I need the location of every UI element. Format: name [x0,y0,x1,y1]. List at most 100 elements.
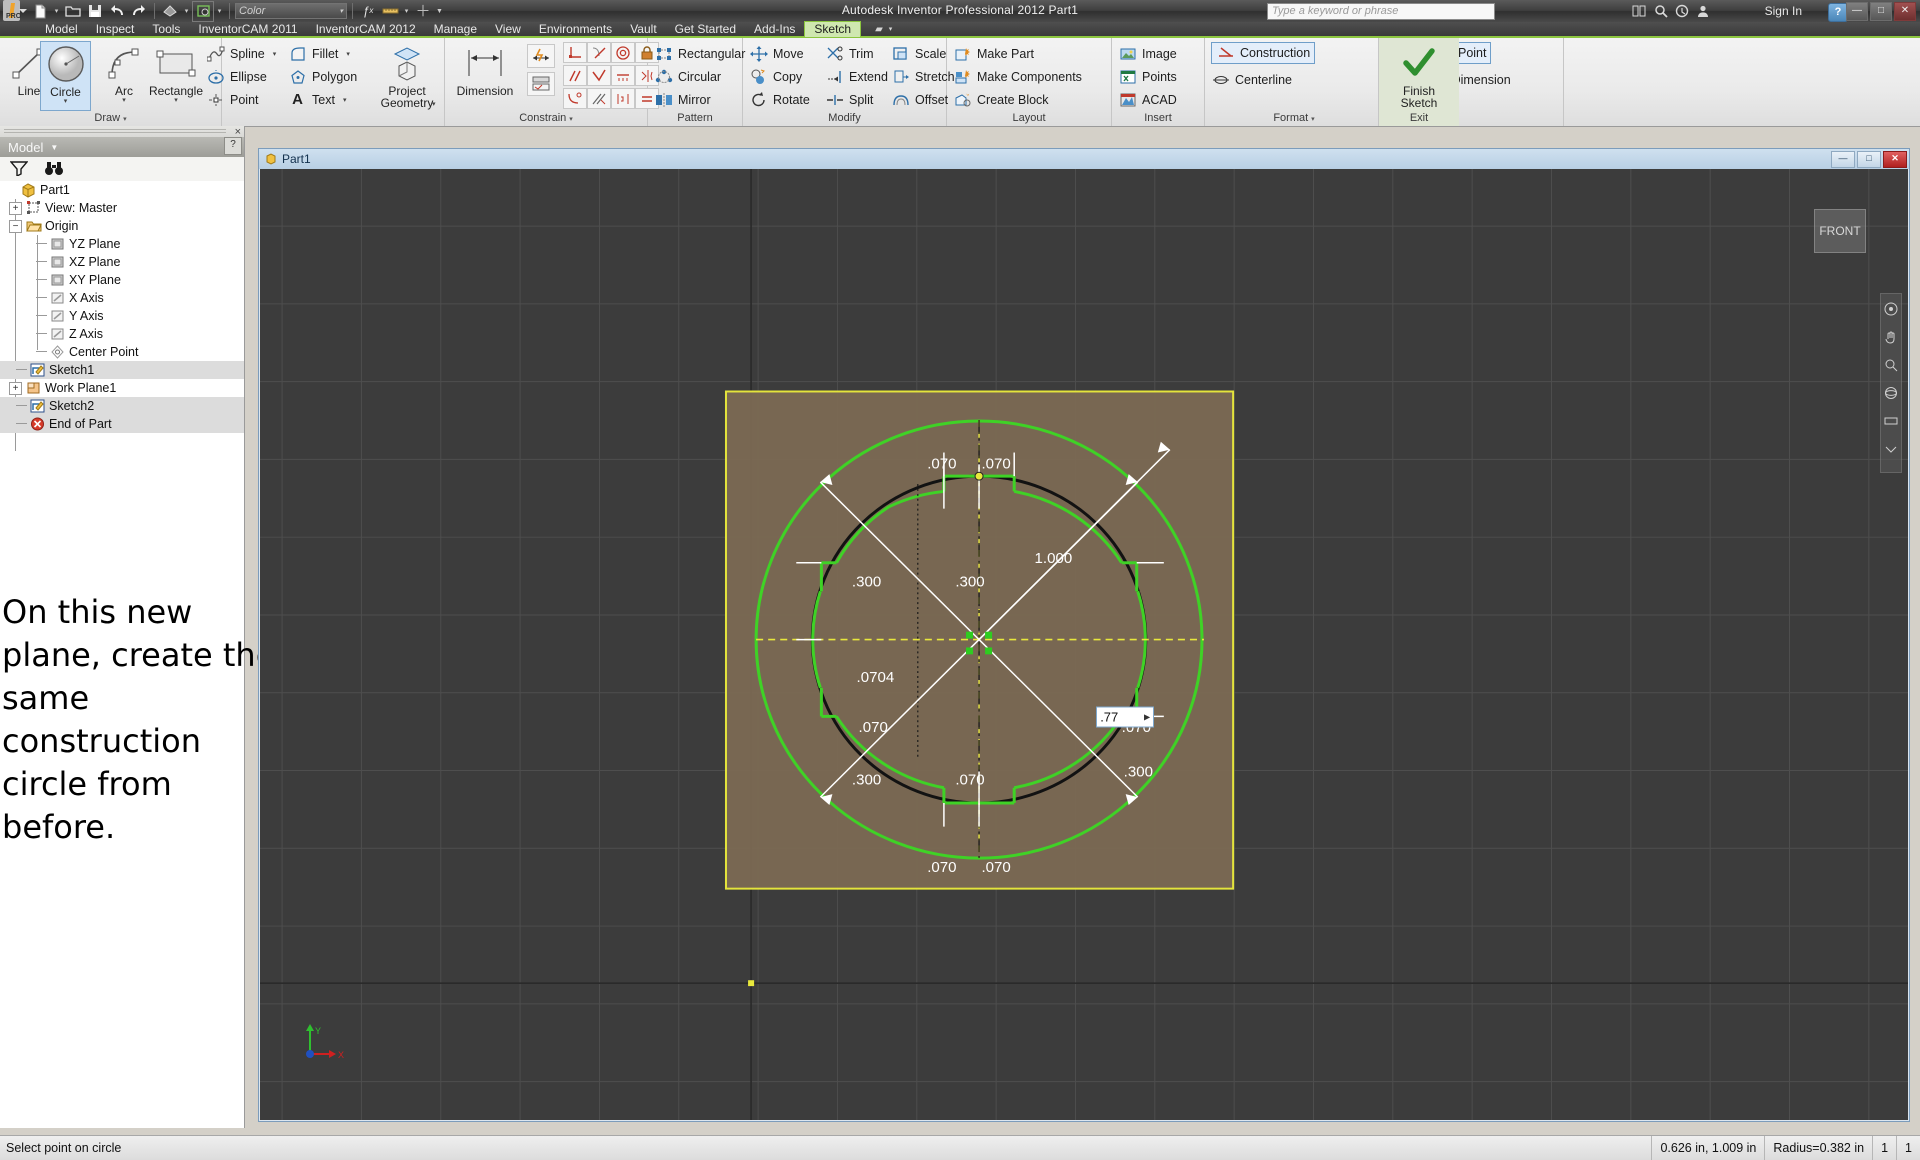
minimize-button[interactable]: — [1846,2,1868,21]
tab-inventorcam-2012[interactable]: InventorCAM 2012 [307,21,425,37]
project-geometry-button[interactable]: Project Geometry [374,41,440,111]
make-part-button[interactable]: Make Part [953,42,1034,65]
tree-item-xz-plane[interactable]: XZ Plane [0,253,244,271]
orbit-icon[interactable] [1884,386,1898,403]
browser-drag-grip[interactable]: × [0,126,244,138]
create-block-button[interactable]: Create Block [953,88,1049,111]
move-button[interactable]: Move [749,42,804,65]
fillet-dropdown[interactable]: ▾ [346,50,350,58]
tree-item-end-of-part[interactable]: End of Part [0,415,244,433]
tab-add-ins[interactable]: Add-Ins [745,21,804,37]
sketch-canvas[interactable]: .070 .070 .300 .300 1.000 .0704 .070 .07… [260,169,1908,1120]
acad-button[interactable]: ACAD [1118,88,1177,111]
document-minimize-button[interactable]: — [1831,151,1855,168]
extend-button[interactable]: Extend [825,65,888,88]
coincident-constraint[interactable] [587,65,611,86]
construction-toggle[interactable]: Construction [1211,42,1316,64]
document-close-button[interactable]: ✕ [1883,151,1907,168]
account-person-icon[interactable] [1696,4,1710,21]
document-maximize-button[interactable]: □ [1857,151,1881,168]
tab-manage[interactable]: Manage [425,21,486,37]
tree-item-view-master[interactable]: + View: Master [0,199,244,217]
tab-tools[interactable]: Tools [143,21,189,37]
tree-item-z-axis[interactable]: Z Axis [0,325,244,343]
centerline-toggle[interactable]: Centerline [1211,68,1292,91]
finish-sketch-button[interactable]: Finish Sketch [1389,41,1449,111]
browser-help-button[interactable]: ? [224,137,242,155]
binoculars-icon[interactable] [44,160,64,179]
copy-button[interactable]: Copy [749,65,802,88]
tree-item-xy-plane[interactable]: XY Plane [0,271,244,289]
tree-item-sketch2[interactable]: Sketch2 [0,397,244,415]
ribbon-display-caret[interactable]: ▾ [889,25,893,33]
help-search-icon[interactable] [1631,4,1647,21]
tree-expander-origin[interactable]: − [9,219,22,233]
tree-item-work-plane1[interactable]: + Work Plane1 [0,379,244,397]
make-components-button[interactable]: Make Components [953,65,1082,88]
search-input[interactable]: Type a keyword or phrase [1267,3,1495,20]
circular-pattern-button[interactable]: Circular [654,65,721,88]
collinear-constraint[interactable] [611,65,635,86]
look-at-icon[interactable] [1884,414,1898,431]
mirror-button[interactable]: Mirror [654,88,711,111]
tree-item-yz-plane[interactable]: YZ Plane [0,235,244,253]
text-dropdown[interactable]: ▾ [343,96,347,104]
perpendicular-constraint[interactable] [563,42,587,63]
tab-inventorcam-2011[interactable]: InventorCAM 2011 [189,21,306,37]
dimension-button[interactable]: Dimension [449,41,521,111]
browser-title-caret[interactable]: ▼ [50,143,58,152]
view-cube[interactable]: FRONT [1814,209,1866,253]
ellipse-button[interactable]: Ellipse [206,65,267,88]
equal-length-constraint[interactable] [587,88,611,109]
trim-button[interactable]: Trim [825,42,874,65]
tree-item-x-axis[interactable]: X Axis [0,289,244,307]
tab-environments[interactable]: Environments [530,21,621,37]
tab-inspect[interactable]: Inspect [87,21,144,37]
tree-item-y-axis[interactable]: Y Axis [0,307,244,325]
tree-expander-work-plane1[interactable]: + [9,381,22,395]
tree-item-origin[interactable]: − Origin [0,217,244,235]
steering-wheel-icon[interactable] [1884,302,1898,319]
filter-icon[interactable] [9,160,29,179]
tree-expander-view-master[interactable]: + [9,201,22,215]
help-button[interactable]: ? [1828,3,1848,22]
sign-in-button[interactable]: Sign In [1765,4,1802,18]
subscription-icon[interactable] [1675,4,1689,21]
split-button[interactable]: Split [825,88,873,111]
circle-dropdown[interactable]: ▾ [41,98,90,105]
spline-button[interactable]: Spline ▾ [206,42,276,65]
image-button[interactable]: Image [1118,42,1177,65]
rectangular-pattern-button[interactable]: Rectangular [654,42,745,65]
nav-more-icon[interactable] [1884,442,1898,457]
polygon-button[interactable]: Polygon [288,65,357,88]
ribbon-display-icon[interactable]: ▰ [875,24,883,35]
auto-dimension-button[interactable] [527,44,555,68]
rotate-button[interactable]: Rotate [749,88,810,111]
rectangle-dropdown[interactable]: ▾ [140,97,212,104]
navigation-bar[interactable] [1880,293,1902,473]
zoom-icon[interactable] [1884,358,1898,375]
document-title-bar[interactable]: Part1 — □ ✕ [259,149,1909,169]
points-button[interactable]: Points [1118,65,1177,88]
tab-view[interactable]: View [486,21,530,37]
rectangle-button[interactable]: Rectangle ▾ [140,41,212,111]
dimension-edit-box[interactable]: .77 ▶ [1096,706,1155,728]
text-button[interactable]: A Text ▾ [288,88,346,111]
offset-button[interactable]: Offset [891,88,948,111]
tree-item-sketch1[interactable]: Sketch1 [0,361,244,379]
tab-vault[interactable]: Vault [621,21,665,37]
concentric-constraint[interactable] [611,42,635,63]
project-geometry-dropdown[interactable]: ▾ [432,100,436,108]
tree-item-center-point[interactable]: Center Point [0,343,244,361]
circle-button[interactable]: Circle ▾ [40,41,91,111]
tab-sketch[interactable]: Sketch [804,21,862,37]
spline-dropdown[interactable]: ▾ [273,50,277,58]
maximize-button[interactable]: □ [1870,2,1892,21]
parallel-constraint[interactable] [563,65,587,86]
scale-button[interactable]: Scale [891,42,946,65]
browser-header[interactable]: Model ▼ [0,137,244,157]
close-button[interactable]: ✕ [1894,2,1916,21]
search-magnifier-icon[interactable] [1654,4,1668,21]
smooth-constraint[interactable] [563,88,587,109]
tab-model[interactable]: Model [36,21,87,37]
